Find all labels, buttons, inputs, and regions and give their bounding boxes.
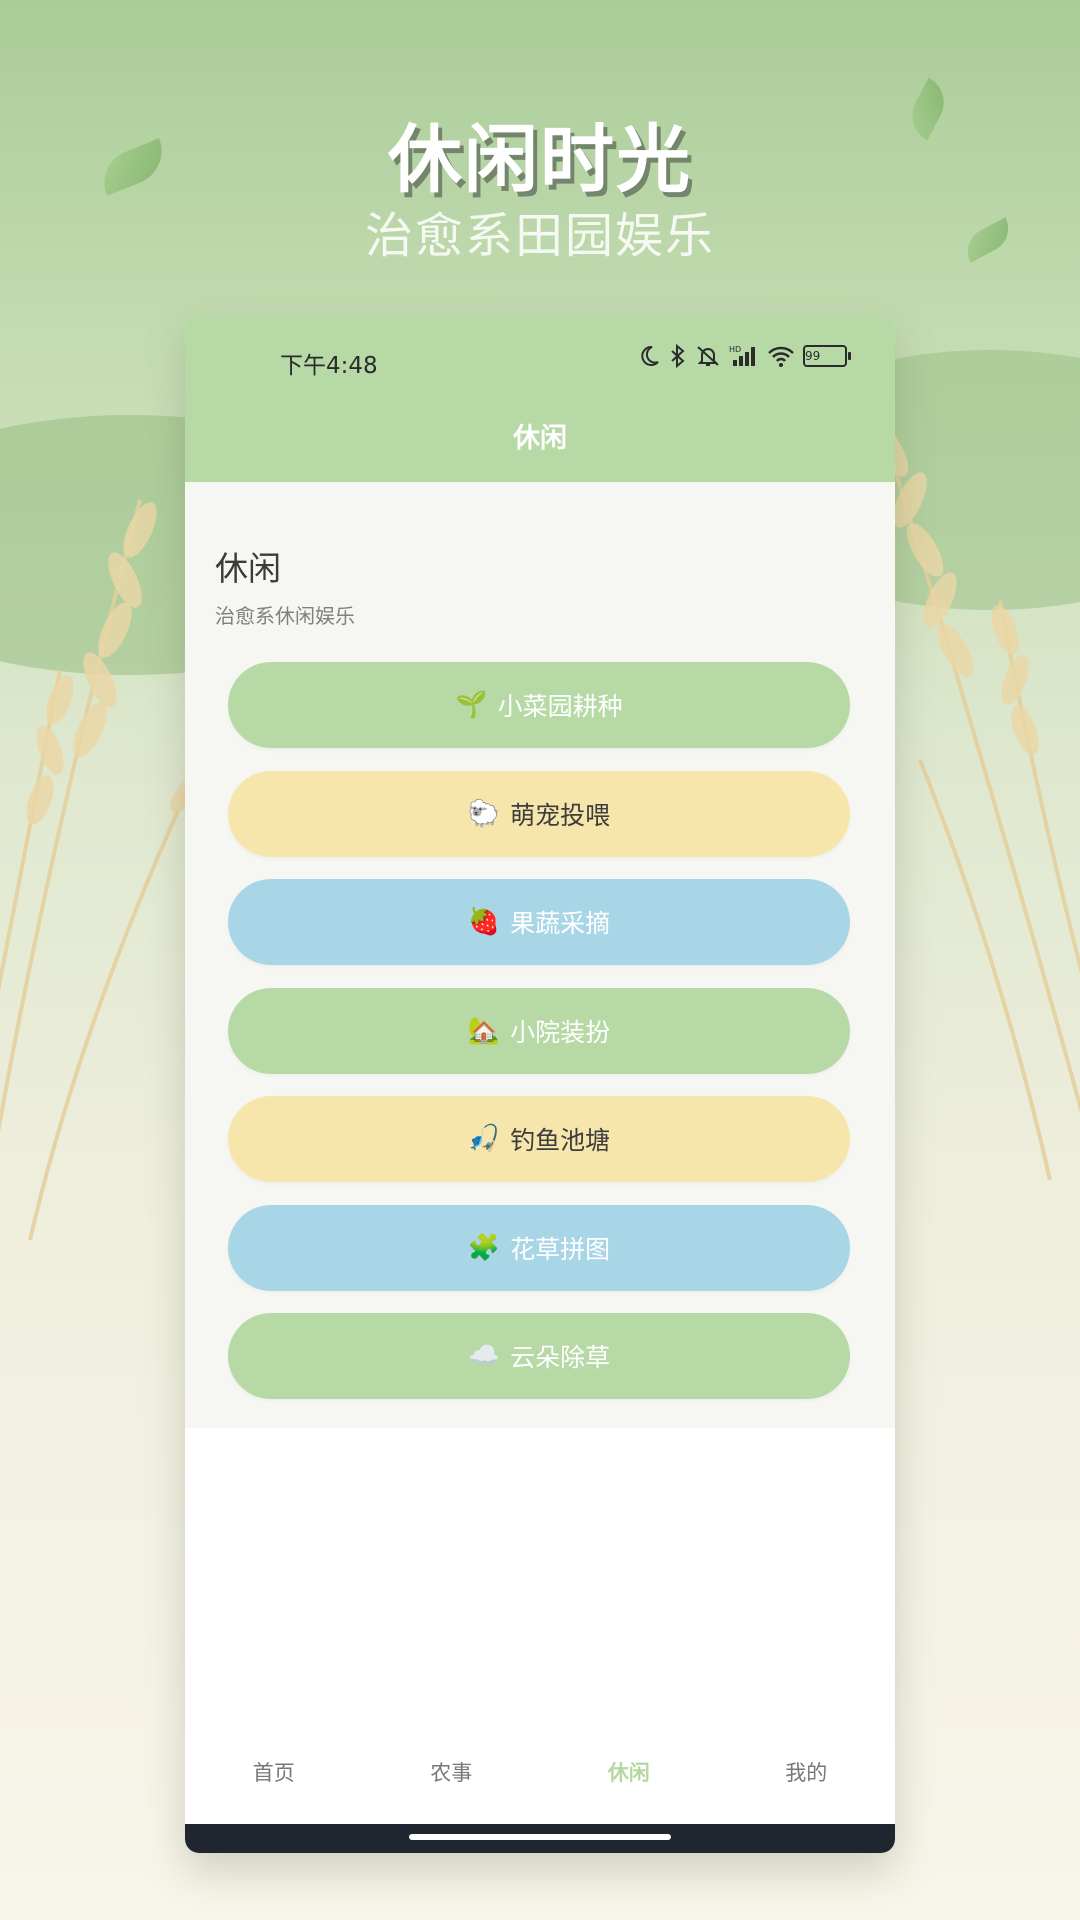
status-time: 下午4:48 xyxy=(280,353,378,379)
content-area: 休闲 治愈系休闲娱乐 🌱 小菜园耕种 🐑 萌宠投喂 🍓 果蔬采摘 🏡 小院装扮 xyxy=(185,482,895,1428)
bottom-tab-bar: 首页 农事 休闲 我的 xyxy=(185,1736,895,1810)
tab-farming[interactable]: 农事 xyxy=(363,1736,541,1810)
house-icon: 🏡 xyxy=(467,1015,501,1046)
tab-home[interactable]: 首页 xyxy=(185,1736,363,1810)
menu-button-label: 云朵除草 xyxy=(510,1343,611,1372)
bluetooth-icon xyxy=(669,344,687,368)
status-icons: HD 99 xyxy=(637,344,851,368)
leisure-menu: 🌱 小菜园耕种 🐑 萌宠投喂 🍓 果蔬采摘 🏡 小院装扮 🎣 钓鱼池塘 🧩 花草… xyxy=(228,662,850,1422)
phone-screen: 下午4:48 HD 99 休闲 休闲 治愈系休闲娱乐 🌱 小菜园耕种 🐑 萌宠投… xyxy=(185,316,895,1853)
battery-icon: 99 xyxy=(803,345,851,367)
menu-button-label: 钓鱼池塘 xyxy=(510,1126,611,1155)
cloud-icon: ☁️ xyxy=(467,1341,501,1371)
menu-button-label: 小菜园耕种 xyxy=(497,692,623,721)
poster-headline: 休闲时光 xyxy=(388,117,692,203)
seedling-icon: 🌱 xyxy=(455,690,488,720)
puzzle-icon: 🧩 xyxy=(467,1232,501,1263)
navigation-bar xyxy=(185,1824,895,1853)
strawberry-icon: 🍓 xyxy=(467,907,501,937)
menu-button-puzzle[interactable]: 🧩 花草拼图 xyxy=(228,1204,850,1291)
poster-background: 休闲时光 治愈系田园娱乐 下午4:48 HD 99 休闲 休闲 治愈系休闲娱乐 … xyxy=(0,0,1080,1920)
menu-button-fishing[interactable]: 🎣 钓鱼池塘 xyxy=(228,1096,850,1182)
app-bar-title: 休闲 xyxy=(513,423,567,454)
fishing-pole-icon: 🎣 xyxy=(467,1124,501,1154)
sheep-icon: 🐑 xyxy=(467,798,501,829)
menu-button-picking[interactable]: 🍓 果蔬采摘 xyxy=(228,879,850,965)
tab-profile[interactable]: 我的 xyxy=(718,1736,896,1810)
menu-button-garden[interactable]: 🌱 小菜园耕种 xyxy=(228,662,850,748)
home-indicator[interactable] xyxy=(409,1834,671,1840)
tab-leisure[interactable]: 休闲 xyxy=(540,1736,718,1810)
poster-subheadline: 治愈系田园娱乐 xyxy=(364,208,715,264)
menu-button-yard-decor[interactable]: 🏡 小院装扮 xyxy=(228,987,850,1074)
menu-button-label: 果蔬采摘 xyxy=(510,909,611,938)
menu-button-label: 小院装扮 xyxy=(510,1017,611,1047)
menu-button-pet-feeding[interactable]: 🐑 萌宠投喂 xyxy=(228,770,850,857)
section-title: 休闲 xyxy=(215,549,281,588)
menu-button-label: 花草拼图 xyxy=(510,1234,611,1264)
menu-button-label: 萌宠投喂 xyxy=(510,800,611,830)
app-header: 下午4:48 HD 99 休闲 xyxy=(185,316,895,482)
hd-signal-icon: HD xyxy=(729,344,759,368)
wifi-icon xyxy=(767,344,795,368)
menu-button-weeding[interactable]: ☁️ 云朵除草 xyxy=(228,1313,850,1399)
moon-icon xyxy=(637,344,661,368)
section-subtitle: 治愈系休闲娱乐 xyxy=(215,604,355,628)
svg-text:HD: HD xyxy=(729,345,741,354)
silent-icon xyxy=(695,344,721,368)
